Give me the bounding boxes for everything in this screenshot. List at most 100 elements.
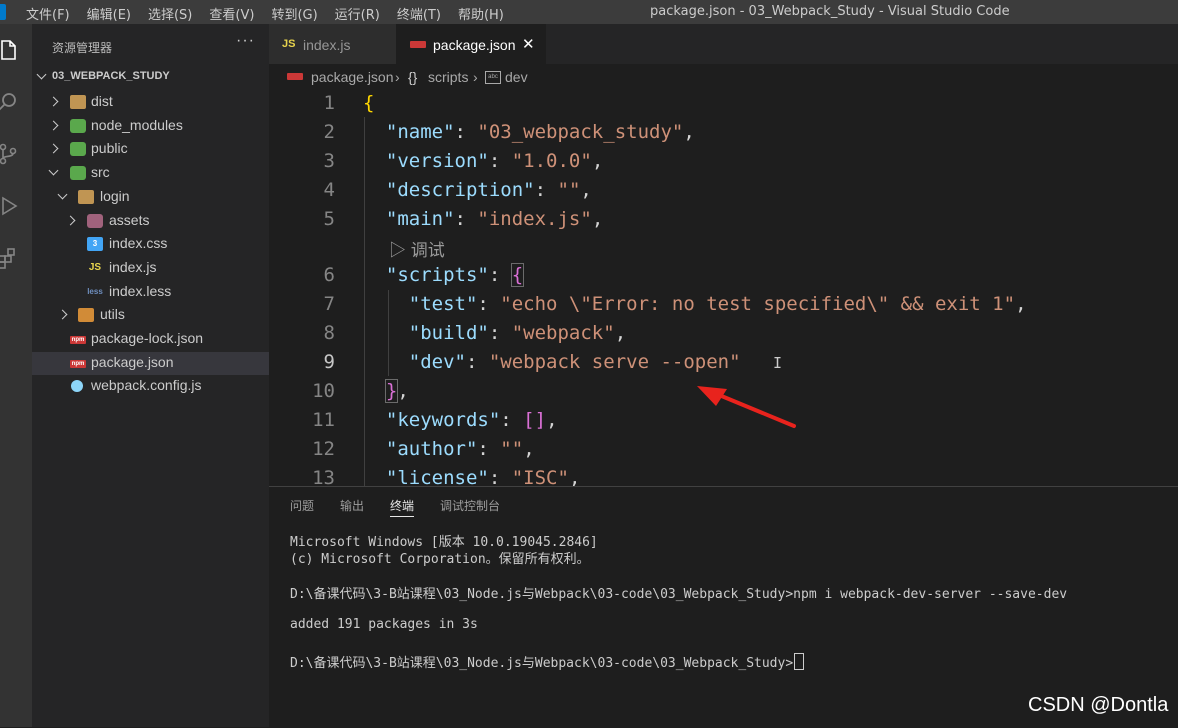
tree-item-node-modules[interactable]: node_modules — [32, 115, 269, 138]
chevron-right-icon — [65, 215, 76, 226]
source-control-icon[interactable] — [0, 142, 20, 166]
webpack-file-icon — [71, 380, 83, 392]
less-file-icon: less — [87, 287, 103, 296]
tree-item-package-lock-json[interactable]: npm package-lock.json — [32, 328, 269, 351]
tree-item-label: index.less — [109, 283, 172, 299]
breadcrumb-separator: › — [395, 69, 400, 85]
tree-item-label: public — [91, 140, 128, 156]
tree-item-dist[interactable]: dist — [32, 91, 269, 114]
menu-terminal[interactable]: 终端(T) — [397, 4, 441, 23]
chevron-right-icon — [48, 96, 59, 107]
tree-item-label: assets — [109, 212, 150, 228]
explorer-sidebar: 资源管理器 ··· 03_WEBPACK_STUDY dist node_mod… — [32, 24, 269, 727]
menu-selection[interactable]: 选择(S) — [148, 4, 192, 23]
folder-open-icon — [78, 190, 94, 204]
chevron-right-icon — [48, 143, 59, 154]
explorer-header: 资源管理器 — [52, 41, 113, 55]
menu-run[interactable]: 运行(R) — [335, 4, 380, 23]
tree-item-public[interactable]: public — [32, 138, 269, 161]
breadcrumb-file[interactable]: package.json — [311, 69, 394, 85]
npm-file-icon — [410, 41, 426, 48]
tree-item-login[interactable]: login — [32, 186, 269, 209]
tab-output[interactable]: 输出 — [340, 497, 364, 514]
tab-package-json[interactable]: package.json ✕ — [396, 24, 546, 64]
more-actions-icon[interactable]: ··· — [236, 32, 255, 50]
public-folder-icon — [70, 142, 86, 156]
tree-item-label: index.js — [109, 259, 157, 275]
tree-item-label: utils — [100, 306, 125, 322]
tree-item-label: dist — [91, 93, 113, 109]
tree-item-label: src — [91, 164, 110, 180]
tree-item-label: index.css — [109, 235, 168, 251]
tree-item-index-less[interactable]: less index.less — [32, 281, 269, 304]
explorer-icon[interactable] — [0, 38, 20, 62]
vscode-logo-icon — [0, 4, 6, 20]
tree-item-label: webpack.config.js — [91, 377, 202, 393]
menu-bar: 文件(F) 编辑(E) 选择(S) 查看(V) 转到(G) 运行(R) 终端(T… — [26, 4, 521, 23]
terminal-prompt[interactable]: D:\备课代码\3-B站课程\03_Node.js与Webpack\03-cod… — [290, 652, 805, 671]
watermark: CSDN @Dontla — [1028, 694, 1169, 716]
src-folder-icon — [70, 166, 86, 180]
project-root[interactable]: 03_WEBPACK_STUDY — [32, 67, 269, 87]
node-folder-icon — [70, 119, 86, 133]
tree-item-webpack-config-js[interactable]: webpack.config.js — [32, 375, 269, 398]
code-editor[interactable]: 1 2 3 4 5 6 7 8 9 10 11 12 13 { "name": … — [269, 88, 1178, 486]
tab-debug-console[interactable]: 调试控制台 — [440, 497, 500, 514]
npm-file-icon: npm — [70, 360, 86, 368]
run-debug-icon[interactable] — [0, 194, 20, 218]
terminal-cursor — [794, 653, 805, 670]
title-bar: 文件(F) 编辑(E) 选择(S) 查看(V) 转到(G) 运行(R) 终端(T… — [0, 0, 1178, 24]
tab-label: package.json — [433, 37, 516, 53]
npm-file-icon — [287, 73, 303, 80]
tree-item-index-css[interactable]: 3 index.css — [32, 233, 269, 256]
js-file-icon: JS — [88, 262, 102, 273]
tab-problems[interactable]: 问题 — [290, 497, 314, 514]
breadcrumb: package.json › {} scripts › abc dev — [269, 64, 1178, 88]
breadcrumb-scripts[interactable]: scripts — [428, 69, 468, 85]
tree-item-label: login — [100, 188, 130, 204]
bottom-panel: 问题 输出 终端 调试控制台 Microsoft Windows [版本 10.… — [269, 486, 1178, 728]
chevron-down-icon — [48, 165, 59, 176]
tab-index-js[interactable]: JS index.js — [269, 24, 396, 64]
css-file-icon: 3 — [87, 237, 103, 251]
breadcrumb-dev[interactable]: dev — [505, 69, 528, 85]
tree-item-src[interactable]: src — [32, 162, 269, 185]
chevron-down-icon — [36, 69, 47, 80]
close-icon[interactable]: ✕ — [522, 35, 535, 53]
annotation-arrow-icon — [697, 386, 796, 428]
menu-help[interactable]: 帮助(H) — [458, 4, 504, 23]
js-file-icon: JS — [282, 38, 296, 50]
breadcrumb-separator: › — [473, 69, 478, 85]
terminal-line: (c) Microsoft Corporation。保留所有权利。 — [290, 552, 590, 567]
terminal-line: added 191 packages in 3s — [290, 617, 478, 632]
folder-icon — [70, 95, 86, 109]
editor-tabs: JS index.js package.json ✕ — [269, 24, 1178, 64]
assets-folder-icon — [87, 214, 103, 228]
menu-go[interactable]: 转到(G) — [271, 4, 317, 23]
tree-item-label: node_modules — [91, 117, 183, 133]
window-title: package.json - 03_Webpack_Study - Visual… — [650, 4, 1010, 19]
search-icon[interactable] — [0, 90, 20, 114]
menu-view[interactable]: 查看(V) — [209, 4, 254, 23]
string-icon: abc — [485, 71, 501, 84]
utils-folder-icon — [78, 308, 94, 322]
tree-item-utils[interactable]: utils — [32, 304, 269, 327]
extensions-icon[interactable] — [0, 246, 20, 270]
chevron-right-icon — [48, 120, 59, 131]
tab-terminal[interactable]: 终端 — [390, 497, 415, 517]
terminal-prompt-text: D:\备课代码\3-B站课程\03_Node.js与Webpack\03-cod… — [290, 656, 794, 671]
terminal-line: D:\备课代码\3-B站课程\03_Node.js与Webpack\03-cod… — [290, 587, 1068, 602]
chevron-down-icon — [57, 189, 68, 200]
chevron-right-icon — [57, 309, 68, 320]
menu-file[interactable]: 文件(F) — [26, 4, 70, 23]
object-icon: {} — [408, 69, 418, 85]
npm-file-icon: npm — [70, 336, 86, 344]
tree-item-package-json[interactable]: npm package.json — [32, 352, 269, 375]
menu-edit[interactable]: 编辑(E) — [87, 4, 131, 23]
tree-item-label: package-lock.json — [91, 330, 204, 346]
activity-bar — [0, 24, 32, 727]
project-name: 03_WEBPACK_STUDY — [52, 70, 170, 82]
tree-item-index-js[interactable]: JS index.js — [32, 257, 269, 280]
tree-item-assets[interactable]: assets — [32, 210, 269, 233]
tab-label: index.js — [303, 37, 351, 53]
